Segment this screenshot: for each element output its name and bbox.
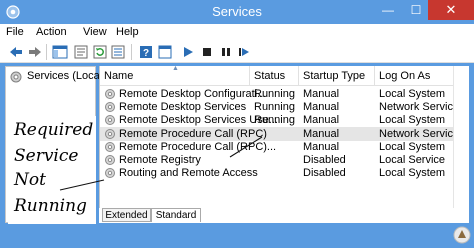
service-gear-icon: [105, 141, 115, 152]
vertical-scrollbar[interactable]: [453, 66, 469, 223]
menu-action[interactable]: Action: [36, 26, 67, 38]
table-row[interactable]: Remote Procedure Call (RPC) Manual Network…: [100, 126, 453, 141]
service-startup-type-cell: Manual: [303, 101, 340, 114]
restart-service-icon[interactable]: [236, 44, 252, 60]
column-header-status-label: Status: [254, 70, 286, 82]
table-row[interactable]: Remote Registry Disabled Local Service: [100, 153, 453, 167]
sort-ascending-icon: ▲: [172, 66, 179, 72]
service-gear-icon: [105, 168, 115, 179]
column-header-startup-type-label: Startup Type: [303, 70, 366, 82]
annotation-line-1: Required: [14, 120, 94, 140]
toolbar: ?: [0, 41, 474, 63]
annotation-line-2: Service: [14, 146, 79, 166]
view-tabs: Extended Standard: [99, 208, 469, 223]
service-gear-icon: [105, 155, 115, 165]
tab-standard[interactable]: Standard: [151, 208, 201, 222]
service-gear-icon: [105, 102, 115, 113]
tree-item-services-local[interactable]: Services (Local): [27, 70, 106, 82]
service-gear-icon: [105, 115, 115, 126]
title-bar: Services — ☐ ✕: [0, 0, 474, 24]
menu-bar: File Action View Help: [0, 24, 474, 41]
service-startup-type-cell: Manual: [303, 88, 340, 100]
show-hide-tree-icon[interactable]: [52, 44, 68, 60]
service-name-cell: Remote Registry: [119, 154, 201, 166]
properties-icon[interactable]: [73, 44, 89, 60]
service-log-on-as-cell: Local System: [379, 140, 446, 153]
pause-service-icon[interactable]: [218, 44, 234, 60]
menu-view[interactable]: View: [83, 26, 107, 38]
table-row[interactable]: Remote Desktop Configurati... Running Manu…: [100, 87, 453, 101]
service-startup-type-cell: Disabled: [303, 154, 346, 166]
annotation-line-4: Running: [14, 196, 87, 216]
table-row[interactable]: Routing and Remote Access Disabled Local S…: [100, 166, 453, 180]
back-icon[interactable]: [8, 44, 24, 60]
service-name-cell: Routing and Remote Access: [119, 167, 258, 180]
table-row[interactable]: Remote Desktop Services Use... Running Man…: [100, 113, 453, 127]
service-startup-type-cell: Manual: [303, 140, 340, 153]
service-gear-icon: [105, 89, 115, 99]
service-name-cell: Remote Desktop Configurati...: [119, 88, 267, 100]
service-log-on-as-cell: Local Service: [379, 154, 446, 166]
service-log-on-as-cell: Network Service: [379, 127, 453, 140]
tab-extended[interactable]: Extended: [102, 208, 151, 222]
service-status-cell: Running: [254, 88, 295, 100]
svg-text:?: ?: [143, 48, 149, 59]
service-name-cell: Remote Procedure Call (RPC)...: [119, 140, 277, 153]
toolbar-separator: [46, 44, 47, 60]
column-header-log-on-as[interactable]: Log On As: [375, 66, 453, 86]
service-log-on-as-cell: Local System: [379, 167, 446, 180]
service-name-cell: Remote Procedure Call (RPC): [119, 127, 267, 140]
start-service-icon[interactable]: [180, 44, 196, 60]
table-row[interactable]: Remote Procedure Call (RPC)... Manual Loca…: [100, 140, 453, 154]
column-header-status[interactable]: Status: [250, 66, 299, 86]
menu-help[interactable]: Help: [116, 26, 139, 38]
help-icon[interactable]: ?: [138, 44, 154, 60]
services-list: ▲ Name Status Startup Type Log On As Rem…: [99, 66, 453, 223]
service-log-on-as-cell: Network Service: [379, 101, 453, 114]
service-status-cell: Running: [254, 114, 295, 127]
menu-file[interactable]: File: [6, 26, 24, 38]
service-startup-type-cell: Manual: [303, 114, 340, 127]
console-icon[interactable]: [157, 44, 173, 60]
service-name-cell: Remote Desktop Services: [119, 101, 247, 114]
toolbar-separator: [131, 44, 132, 60]
close-button[interactable]: ✕: [428, 0, 474, 20]
export-list-icon[interactable]: [110, 44, 126, 60]
services-gear-icon: [10, 71, 22, 83]
stop-service-icon[interactable]: [199, 44, 215, 60]
column-header-startup-type[interactable]: Startup Type: [299, 66, 375, 86]
column-header-log-on-as-label: Log On As: [379, 70, 431, 82]
minimize-button[interactable]: —: [374, 0, 402, 20]
forward-icon[interactable]: [27, 44, 43, 60]
refresh-icon[interactable]: [92, 44, 108, 60]
service-log-on-as-cell: Local System: [379, 88, 446, 100]
column-header-name[interactable]: ▲ Name: [100, 66, 250, 86]
service-startup-type-cell: Disabled: [303, 167, 346, 180]
status-bar: [0, 223, 474, 248]
maximize-button[interactable]: ☐: [402, 0, 430, 20]
service-status-cell: Running: [254, 101, 295, 114]
column-header-name-label: Name: [104, 70, 134, 82]
service-startup-type-cell: Manual: [303, 127, 340, 140]
service-gear-icon: [105, 128, 115, 139]
annotation-line-3: Not: [14, 170, 46, 190]
table-row[interactable]: Remote Desktop Services Running Manual Netw…: [100, 100, 453, 114]
service-log-on-as-cell: Local System: [379, 114, 446, 127]
site-logo-icon: [453, 226, 471, 244]
